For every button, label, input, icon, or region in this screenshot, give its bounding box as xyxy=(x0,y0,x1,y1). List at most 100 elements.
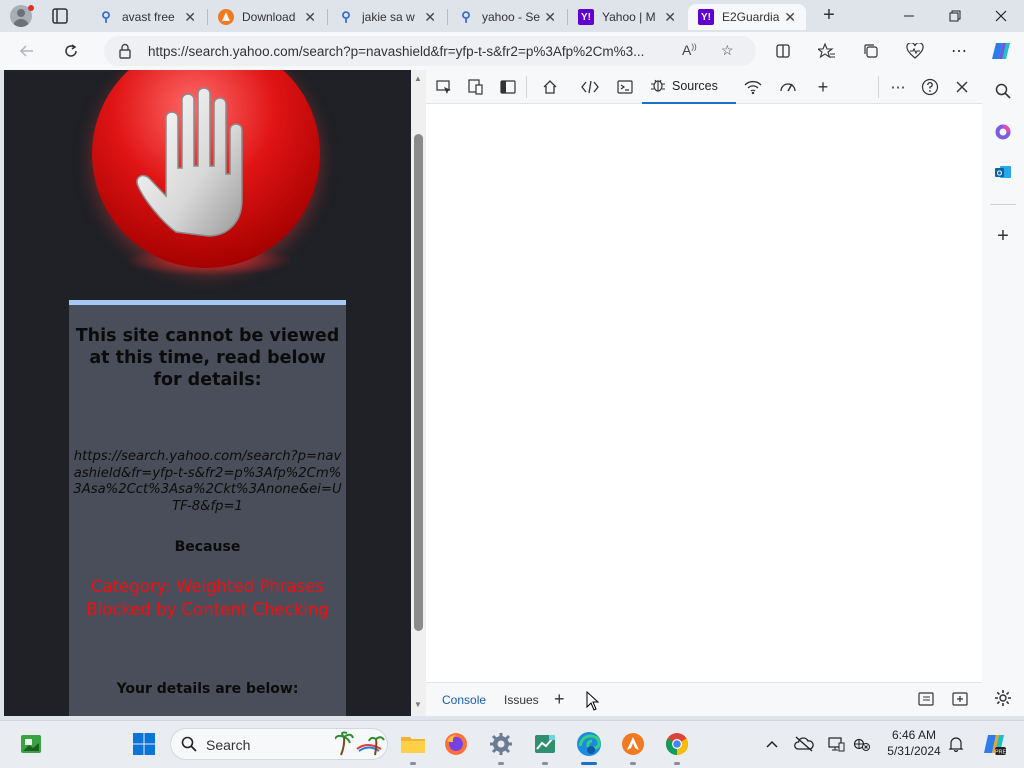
tab-sources[interactable]: Sources xyxy=(642,70,736,104)
scrollbar-thumb[interactable] xyxy=(414,134,423,631)
device-emulation-icon[interactable] xyxy=(465,77,487,97)
browser-toolbar: https://search.yahoo.com/search?p=navash… xyxy=(0,32,1024,70)
dock-drawer-icon[interactable] xyxy=(918,692,934,709)
running-indicator xyxy=(630,762,636,765)
close-tab-icon[interactable]: ✕ xyxy=(544,10,556,24)
browser-essentials-icon[interactable] xyxy=(904,40,926,62)
read-aloud-icon[interactable]: A)) xyxy=(682,42,697,58)
lock-icon[interactable] xyxy=(118,43,132,59)
tab-1[interactable]: Download ✕ xyxy=(208,4,326,30)
sidebar-settings-gear-icon[interactable] xyxy=(992,687,1014,709)
microsoft-365-icon[interactable] xyxy=(992,121,1014,143)
close-devtools-icon[interactable] xyxy=(951,77,973,97)
favorite-star-icon[interactable]: ☆ xyxy=(721,42,734,59)
close-window-button[interactable] xyxy=(978,0,1024,32)
network-chart-app-icon[interactable] xyxy=(532,731,558,757)
close-tab-icon[interactable]: ✕ xyxy=(304,10,316,24)
tab-title: yahoo - Se xyxy=(482,10,540,24)
taskbar-search[interactable]: Search xyxy=(170,728,388,760)
devtools-drawer: Console Issues + xyxy=(426,682,982,716)
tab-4[interactable]: Y! Yahoo | M ✕ xyxy=(568,4,686,30)
more-options-icon[interactable]: ⋯ xyxy=(948,40,970,62)
tab-actions-icon[interactable] xyxy=(48,6,72,26)
inspect-element-icon[interactable] xyxy=(433,77,455,97)
start-windows-icon[interactable] xyxy=(131,731,157,757)
welcome-home-icon[interactable] xyxy=(539,77,561,97)
sidebar-search-icon[interactable] xyxy=(992,80,1014,102)
running-indicator xyxy=(674,762,680,765)
collections-icon[interactable] xyxy=(860,40,882,62)
favorites-icon[interactable] xyxy=(816,40,838,62)
address-bar[interactable]: https://search.yahoo.com/search?p=navash… xyxy=(104,36,756,66)
edge-sidebar: O + xyxy=(982,70,1024,716)
read-aloud-glyph: A xyxy=(682,42,692,58)
page-scrollbar[interactable]: ▲ ▼ xyxy=(411,70,426,716)
mouse-cursor-icon xyxy=(586,690,600,714)
active-app-indicator xyxy=(581,762,597,765)
elements-tab-icon[interactable] xyxy=(579,77,601,97)
system-clock[interactable]: 6:46 AM 5/31/2024 xyxy=(878,727,950,759)
restore-button[interactable] xyxy=(932,0,978,32)
clock-time: 6:46 AM xyxy=(891,728,937,742)
back-arrow-icon[interactable] xyxy=(16,40,38,62)
file-explorer-icon[interactable] xyxy=(400,731,426,757)
windows-taskbar: Search 6:46 AM 5/31/2024 PRE xyxy=(0,720,1024,768)
running-indicator xyxy=(410,762,416,765)
refresh-icon[interactable] xyxy=(60,40,82,62)
console-tab-icon[interactable] xyxy=(614,77,636,97)
toolbar-divider xyxy=(526,76,527,98)
firefox-icon[interactable] xyxy=(443,731,469,757)
notification-bell-icon[interactable] xyxy=(946,734,966,754)
block-title: This site cannot be viewed at this time,… xyxy=(75,326,340,390)
network-wifi-icon[interactable] xyxy=(742,77,764,97)
copilot-pre-icon[interactable]: PRE xyxy=(982,732,1006,756)
hand-icon xyxy=(136,87,243,237)
edge-browser-icon[interactable] xyxy=(576,731,602,757)
performance-icon[interactable] xyxy=(777,77,799,97)
widgets-icon[interactable] xyxy=(18,731,44,757)
tab-5-active[interactable]: Y! E2Guardia ✕ xyxy=(688,4,806,30)
tab-issues[interactable]: Issues xyxy=(504,693,539,707)
network-disconnected-icon[interactable] xyxy=(852,734,872,754)
close-tab-icon[interactable]: ✕ xyxy=(184,10,196,24)
tab-console[interactable]: Console xyxy=(442,693,486,707)
tab-2[interactable]: ⚲ jakie sa w ✕ xyxy=(328,4,446,30)
tab-title: avast free xyxy=(122,10,175,24)
because-label: Because xyxy=(174,539,241,555)
outlook-icon[interactable]: O xyxy=(992,161,1014,183)
running-indicator xyxy=(542,762,548,765)
tab-0[interactable]: ⚲ avast free ✕ xyxy=(88,4,206,30)
scroll-up-icon[interactable]: ▲ xyxy=(414,74,422,83)
sources-bug-icon xyxy=(650,77,666,96)
tab-3[interactable]: ⚲ yahoo - Se ✕ xyxy=(448,4,566,30)
scroll-down-icon[interactable]: ▼ xyxy=(414,700,422,709)
svg-text:PRE: PRE xyxy=(995,750,1006,756)
new-tab-button[interactable]: + xyxy=(818,5,840,25)
display-monitor-icon[interactable] xyxy=(826,734,846,754)
split-screen-icon[interactable] xyxy=(772,40,794,62)
add-drawer-tab-icon[interactable]: + xyxy=(554,689,565,710)
copilot-icon[interactable] xyxy=(990,40,1012,62)
more-tools-plus-icon[interactable]: + xyxy=(812,77,834,97)
customize-more-icon[interactable]: ⋯ xyxy=(887,77,909,97)
add-sidebar-app-icon[interactable]: + xyxy=(992,225,1014,247)
help-icon[interactable] xyxy=(919,77,941,97)
search-icon: ⚲ xyxy=(461,9,471,24)
minimize-button[interactable] xyxy=(886,0,932,32)
chrome-icon[interactable] xyxy=(664,731,690,757)
dock-side-icon[interactable] xyxy=(497,77,519,97)
blocked-url: https://search.yahoo.com/search?p=navash… xyxy=(73,449,342,514)
show-hidden-icons-chevron-up-icon[interactable] xyxy=(762,734,782,754)
close-tab-icon[interactable]: ✕ xyxy=(784,10,796,24)
close-tab-icon[interactable]: ✕ xyxy=(664,10,676,24)
toolbar-divider xyxy=(878,76,879,98)
devtools-panel: Sources + ⋯ Console Issues + xyxy=(426,70,982,716)
avast-taskbar-icon[interactable] xyxy=(620,731,646,757)
tab-title: jakie sa w xyxy=(362,10,415,24)
url-text[interactable]: https://search.yahoo.com/search?p=navash… xyxy=(148,44,644,59)
settings-gear-icon[interactable] xyxy=(488,731,514,757)
clock-date: 5/31/2024 xyxy=(887,744,941,758)
close-drawer-icon[interactable] xyxy=(952,692,968,709)
onedrive-offline-icon[interactable] xyxy=(794,734,814,754)
close-tab-icon[interactable]: ✕ xyxy=(424,10,436,24)
